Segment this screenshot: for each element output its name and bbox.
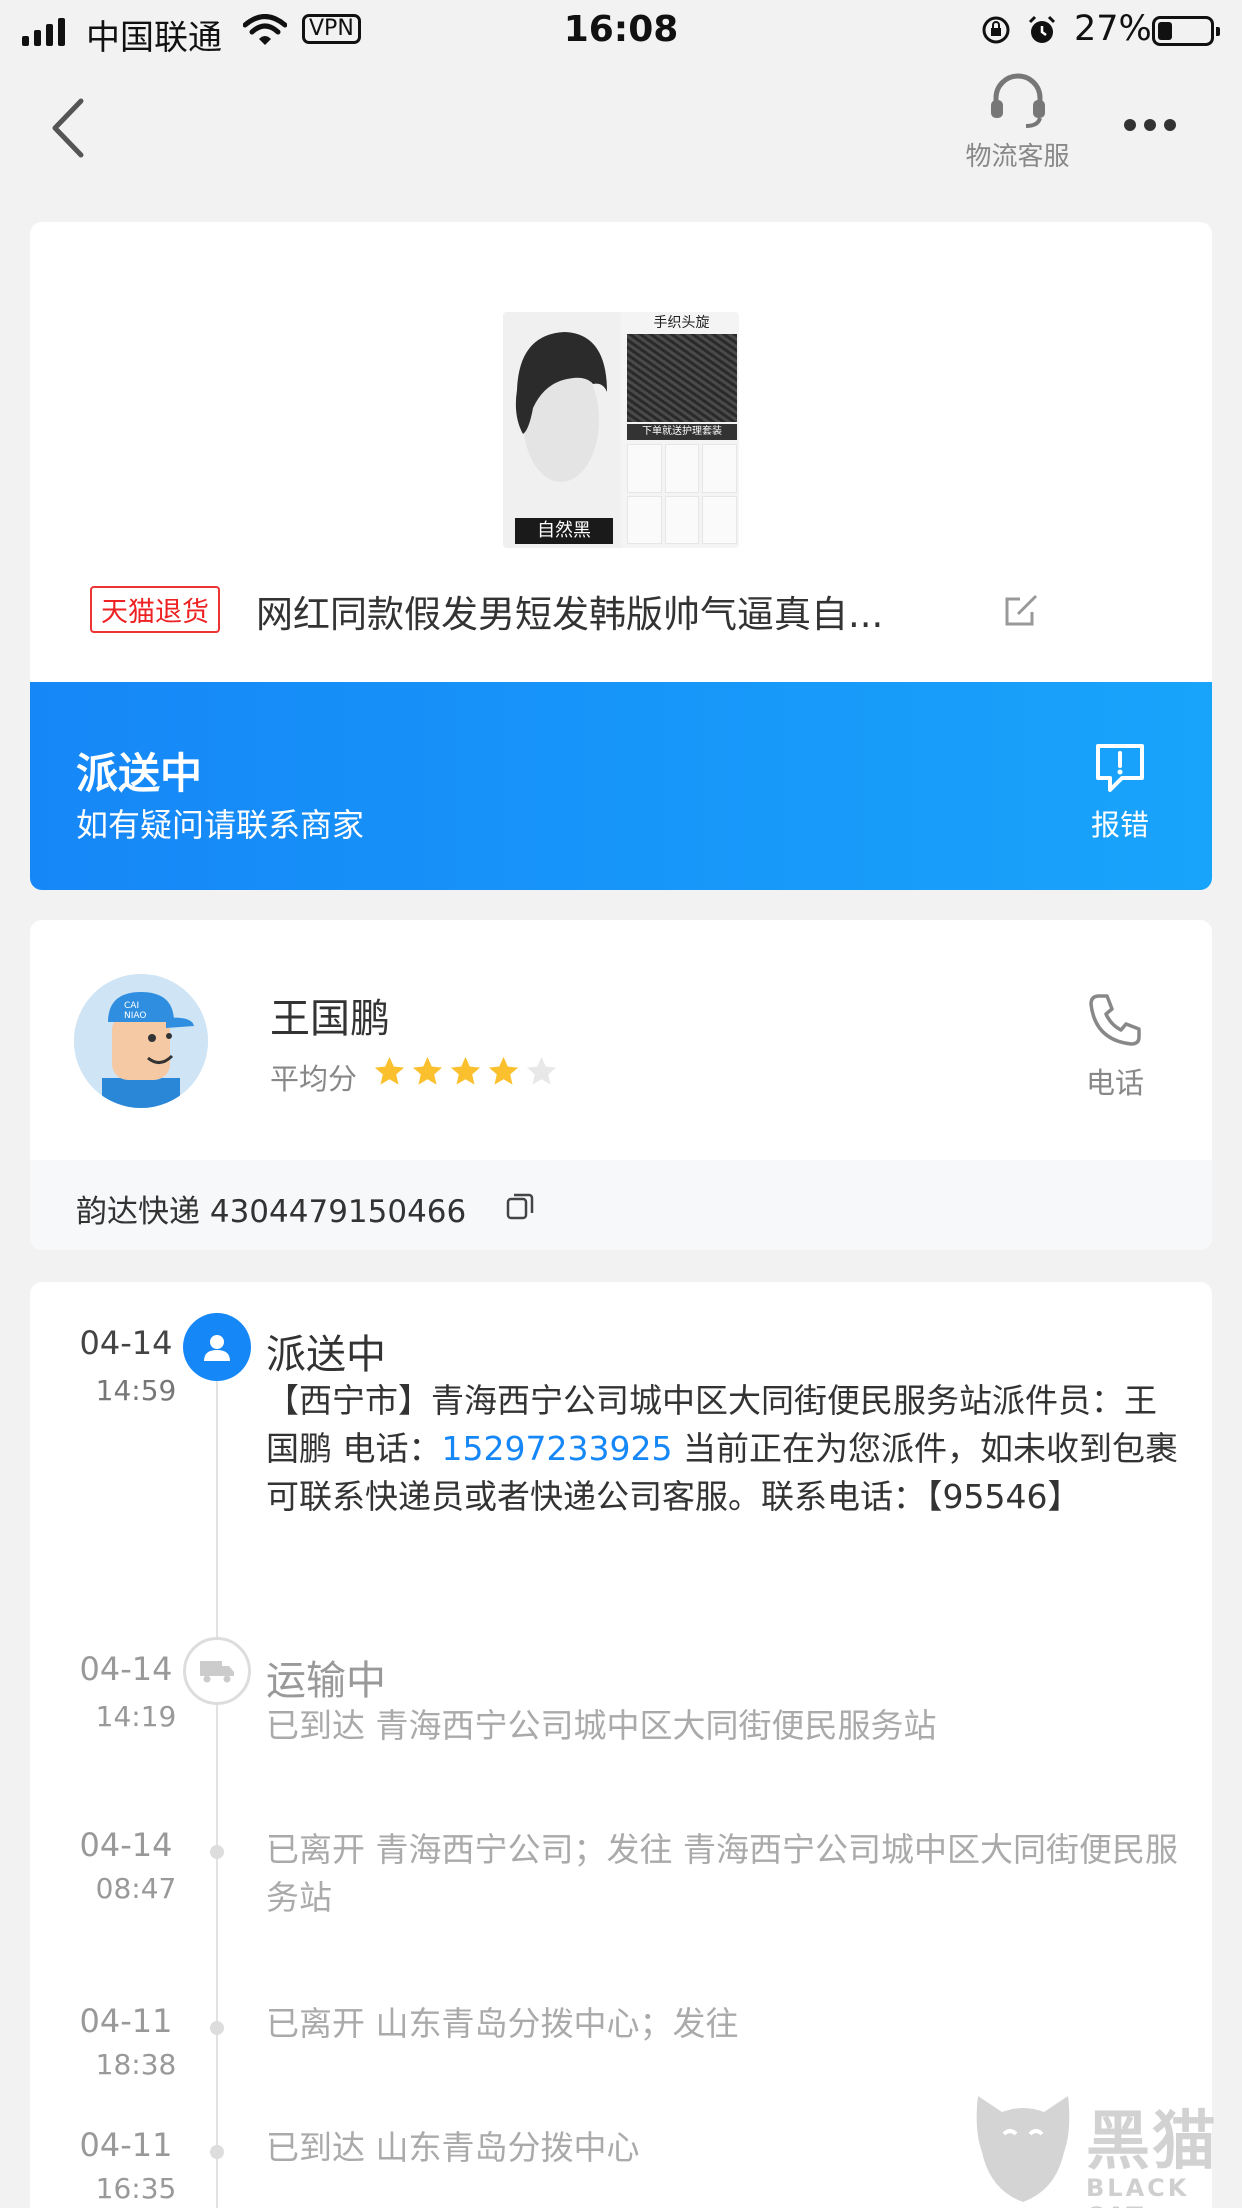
rotation-lock-icon: [980, 14, 1012, 50]
more-dot-icon: [1144, 119, 1156, 131]
delivery-status-banner: 派送中 如有疑问请联系商家 报错: [30, 682, 1212, 890]
headset-icon: [986, 73, 1050, 132]
star-filled-icon: [450, 1056, 481, 1085]
timeline-detail: 已离开 青海西宁公司；发往 青海西宁公司城中区大同街便民服务站: [266, 1830, 1178, 1917]
timeline-line: [216, 1372, 218, 2208]
tracking-number-row: 韵达快递 4304479150466: [30, 1160, 1212, 1250]
more-button[interactable]: [1120, 110, 1180, 140]
product-card: 自然黑 手织头旋 下单就送护理套装 天猫退货 网红同款假发男短发韩版帅气逼真自.…: [30, 222, 1212, 890]
product-image[interactable]: 自然黑 手织头旋 下单就送护理套装: [503, 312, 739, 548]
logistics-timeline: 04-14 14:59 派送中 【西宁市】青海西宁公司城中区大同街便民服务站派件…: [30, 1282, 1212, 2208]
more-dot-icon: [1124, 119, 1136, 131]
courier-avatar: CAI NIAO: [74, 974, 208, 1108]
delivery-status-subtitle: 如有疑问请联系商家: [76, 806, 365, 844]
timeline-time: 16:35: [95, 2172, 177, 2205]
delivery-status-title: 派送中: [76, 749, 203, 798]
star-filled-icon: [412, 1056, 443, 1085]
rating-stars: [372, 1054, 559, 1089]
courier-phone-link[interactable]: 15297233925: [442, 1429, 673, 1468]
battery-percent: 27%: [1074, 9, 1152, 49]
svg-text:CAI: CAI: [124, 1001, 139, 1011]
black-cat-watermark: 黑猫 BLACK CAT: [968, 2090, 1242, 2208]
status-bar: 中国联通 VPN 16:08 27%: [0, 0, 1242, 62]
svg-text:NIAO: NIAO: [124, 1011, 146, 1021]
timeline-date: 04-14: [79, 1324, 173, 1362]
call-courier-button[interactable]: 电话: [1070, 990, 1160, 1110]
average-score-label: 平均分: [270, 1062, 358, 1096]
phone-label: 电话: [1085, 1066, 1144, 1100]
product-image-label: 自然黑: [515, 518, 613, 544]
timeline-detail: 已到达 青海西宁公司城中区大同街便民服务站: [266, 1706, 937, 1745]
courier-card: CAI NIAO 王国鹏 平均分 电话 韵达快递 4304479150466: [30, 920, 1212, 1250]
timeline-date: 04-11: [79, 2002, 173, 2040]
logistics-customer-service-button[interactable]: 物流客服: [955, 70, 1080, 180]
tracking-number: 韵达快递 4304479150466: [76, 1194, 467, 1230]
product-image-banner: 下单就送护理套装: [627, 424, 737, 440]
watermark-title: 黑猫: [1086, 2105, 1218, 2179]
product-image-heading: 手织头旋: [653, 315, 710, 331]
watermark-subtitle: BLACK CAT: [1086, 2174, 1190, 2208]
edit-icon[interactable]: [1002, 590, 1042, 630]
truck-icon: [183, 1637, 251, 1705]
courier-person-icon: [183, 1313, 251, 1381]
black-cat-logo-icon: [968, 2096, 1078, 2208]
star-filled-icon: [374, 1056, 405, 1085]
tmall-return-badge: 天猫退货: [90, 586, 220, 633]
timeline-time: 18:38: [95, 2048, 177, 2081]
star-empty-icon: [526, 1056, 557, 1085]
back-button[interactable]: [45, 95, 95, 161]
star-filled-icon: [488, 1056, 519, 1085]
timeline-detail: 【西宁市】青海西宁公司城中区大同街便民服务站派件员：王国鹏 电话：1529723…: [266, 1377, 1186, 1521]
timeline-dot: [210, 1845, 224, 1859]
courier-name: 王国鹏: [270, 996, 390, 1042]
timeline-time: 14:59: [95, 1374, 177, 1407]
timeline-date: 04-14: [79, 1650, 173, 1688]
report-error-button[interactable]: 报错: [1082, 740, 1158, 850]
timeline-dot: [210, 2021, 224, 2035]
timeline-date: 04-11: [79, 2126, 173, 2164]
timeline-status: 运输中: [266, 1658, 386, 1704]
report-error-label: 报错: [1090, 808, 1149, 842]
phone-icon: [1085, 994, 1145, 1054]
accessory-grid: [627, 444, 737, 544]
timeline-detail: 已离开 山东青岛分拨中心；发往: [266, 2004, 739, 2043]
alarm-icon: [1026, 14, 1058, 50]
more-dot-icon: [1164, 119, 1176, 131]
timeline-status: 派送中: [266, 1332, 386, 1378]
report-error-icon: [1092, 744, 1148, 798]
timeline-time: 14:19: [95, 1700, 177, 1733]
copy-icon[interactable]: [504, 1190, 536, 1222]
timeline-dot: [210, 2145, 224, 2159]
timeline-date: 04-14: [79, 1826, 173, 1864]
customer-service-label: 物流客服: [965, 142, 1070, 172]
hair-texture-photo: [627, 334, 737, 422]
battery-icon: [1152, 16, 1220, 46]
wig-photo: 自然黑: [503, 312, 621, 548]
timeline-time: 08:47: [95, 1872, 177, 1905]
product-title[interactable]: 网红同款假发男短发韩版帅气逼真自...: [256, 584, 883, 638]
